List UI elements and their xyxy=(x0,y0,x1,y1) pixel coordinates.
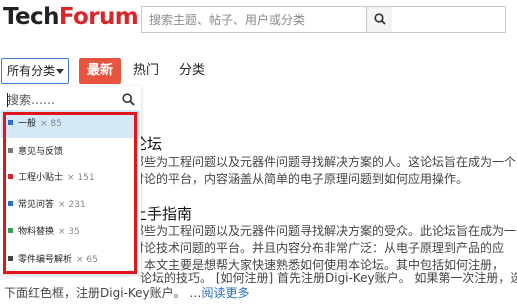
read-more-link[interactable]: 阅读更多 xyxy=(201,286,249,300)
category-item-label: 物料替换 xyxy=(18,227,55,237)
category-item-count: × 151 xyxy=(67,173,95,183)
category-item-engineering-tips[interactable]: 工程小贴士 × 151 xyxy=(1,164,140,192)
category-list: 一般 × 85 意见与反馈 工程小贴士 × 151 常见问答 × 231 物料替换 × … xyxy=(1,110,140,274)
category-item-count: × 65 xyxy=(76,255,98,265)
search-icon[interactable] xyxy=(121,92,137,108)
topic-excerpt-2-line1: 那些为工程问题以及元器件问题寻找解决方案的受众。此论坛旨在成为一 xyxy=(132,224,517,238)
topic-excerpt-2-line5: 下面红色框，注册Digi-Key账户。 …阅读更多 xyxy=(4,285,249,302)
chevron-down-icon xyxy=(56,69,64,74)
topic-excerpt-2-line2: 讨论技术问题的平台。并且内容分布非常广泛：从电子原理到产品的应 xyxy=(132,241,505,255)
category-search-input[interactable] xyxy=(4,90,117,110)
category-item-part-number-decoding[interactable]: 零件编号解析 × 65 xyxy=(1,246,140,274)
text-cursor xyxy=(7,93,8,107)
category-item-label: 常见问答 xyxy=(18,200,55,210)
category-item-faq[interactable]: 常见问答 × 231 xyxy=(1,191,140,219)
logo-text-tech: Tech xyxy=(3,4,59,30)
tab-hot[interactable]: 热门 xyxy=(133,58,159,84)
logo-text-forum: Forum xyxy=(58,4,139,30)
category-color-swatch xyxy=(8,228,13,233)
tab-latest[interactable]: 最新 xyxy=(79,58,121,84)
category-item-feedback[interactable]: 意见与反馈 xyxy=(1,138,140,166)
topic-excerpt-1-line1: 那些为工程问题以及元器件问题寻找解决方案的人。这论坛旨在成为一个 xyxy=(132,155,517,169)
category-select-label: 所有分类 xyxy=(7,64,56,78)
category-color-swatch xyxy=(8,201,13,206)
category-color-swatch xyxy=(8,148,13,153)
category-item-count: × 85 xyxy=(40,119,62,129)
search-input[interactable] xyxy=(142,7,371,32)
site-logo[interactable]: TechForum xyxy=(3,4,139,30)
tab-categories[interactable]: 分类 xyxy=(179,58,205,84)
topic-excerpt-2-line5-text: 下面红色框，注册Digi-Key账户。 … xyxy=(4,286,202,300)
topic-excerpt-1-line2: 讨论的平台，内容涵盖从简单的电子原理问题到如何应用操作。 xyxy=(132,172,469,186)
category-item-count: × 231 xyxy=(58,200,86,210)
category-select[interactable]: 所有分类 xyxy=(1,58,69,84)
category-color-swatch xyxy=(8,174,13,179)
search-button[interactable] xyxy=(366,7,392,32)
category-search xyxy=(4,90,137,110)
category-item-label: 意见与反馈 xyxy=(18,147,64,157)
category-item-part-substitution[interactable]: 物料替换 × 35 xyxy=(1,218,140,246)
category-item-label: 零件编号解析 xyxy=(18,255,73,265)
topic-title-2[interactable]: 上手指南 xyxy=(132,203,192,224)
category-color-swatch xyxy=(8,256,13,261)
category-item-general[interactable]: 一般 × 85 xyxy=(1,110,140,138)
category-dropdown: 一般× 85 意见与反馈 工程小贴士× 151 常见问答× 231 物料替换× … xyxy=(0,86,141,274)
category-item-label: 一般 xyxy=(18,119,37,129)
search-bar xyxy=(141,6,506,33)
category-item-label: 工程小贴士 xyxy=(18,173,64,183)
category-item-count: × 35 xyxy=(58,227,80,237)
category-color-swatch xyxy=(8,120,13,125)
